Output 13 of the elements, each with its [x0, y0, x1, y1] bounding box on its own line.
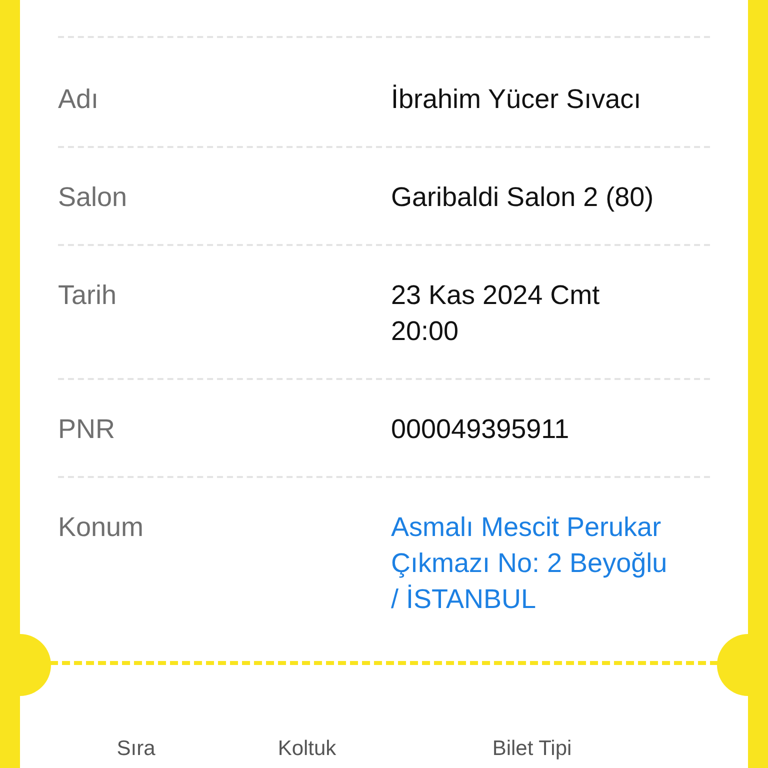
column-header: Koltuk — [278, 737, 336, 760]
field-value: 000049395911 — [391, 413, 570, 446]
column-header: Sıra — [116, 737, 156, 760]
field-value: 23 Kas 2024 Cmt 20:00 — [391, 279, 601, 348]
column-header: Bilet Tipi — [492, 737, 572, 760]
field-label: Adı — [58, 83, 100, 116]
address-link[interactable]: Asmalı Mescit Perukar Çıkmazı No: 2 Beyoğlu / İSTANBUL — [391, 509, 671, 617]
field-value: Garibaldi Salon 2 (80) — [391, 181, 655, 214]
field-label: Konum — [58, 511, 145, 544]
field-label: Tarih — [58, 279, 118, 312]
field-value: İbrahim Yücer Sıvacı — [391, 83, 642, 116]
field-label: PNR — [58, 413, 116, 446]
field-label: Salon — [58, 181, 128, 214]
